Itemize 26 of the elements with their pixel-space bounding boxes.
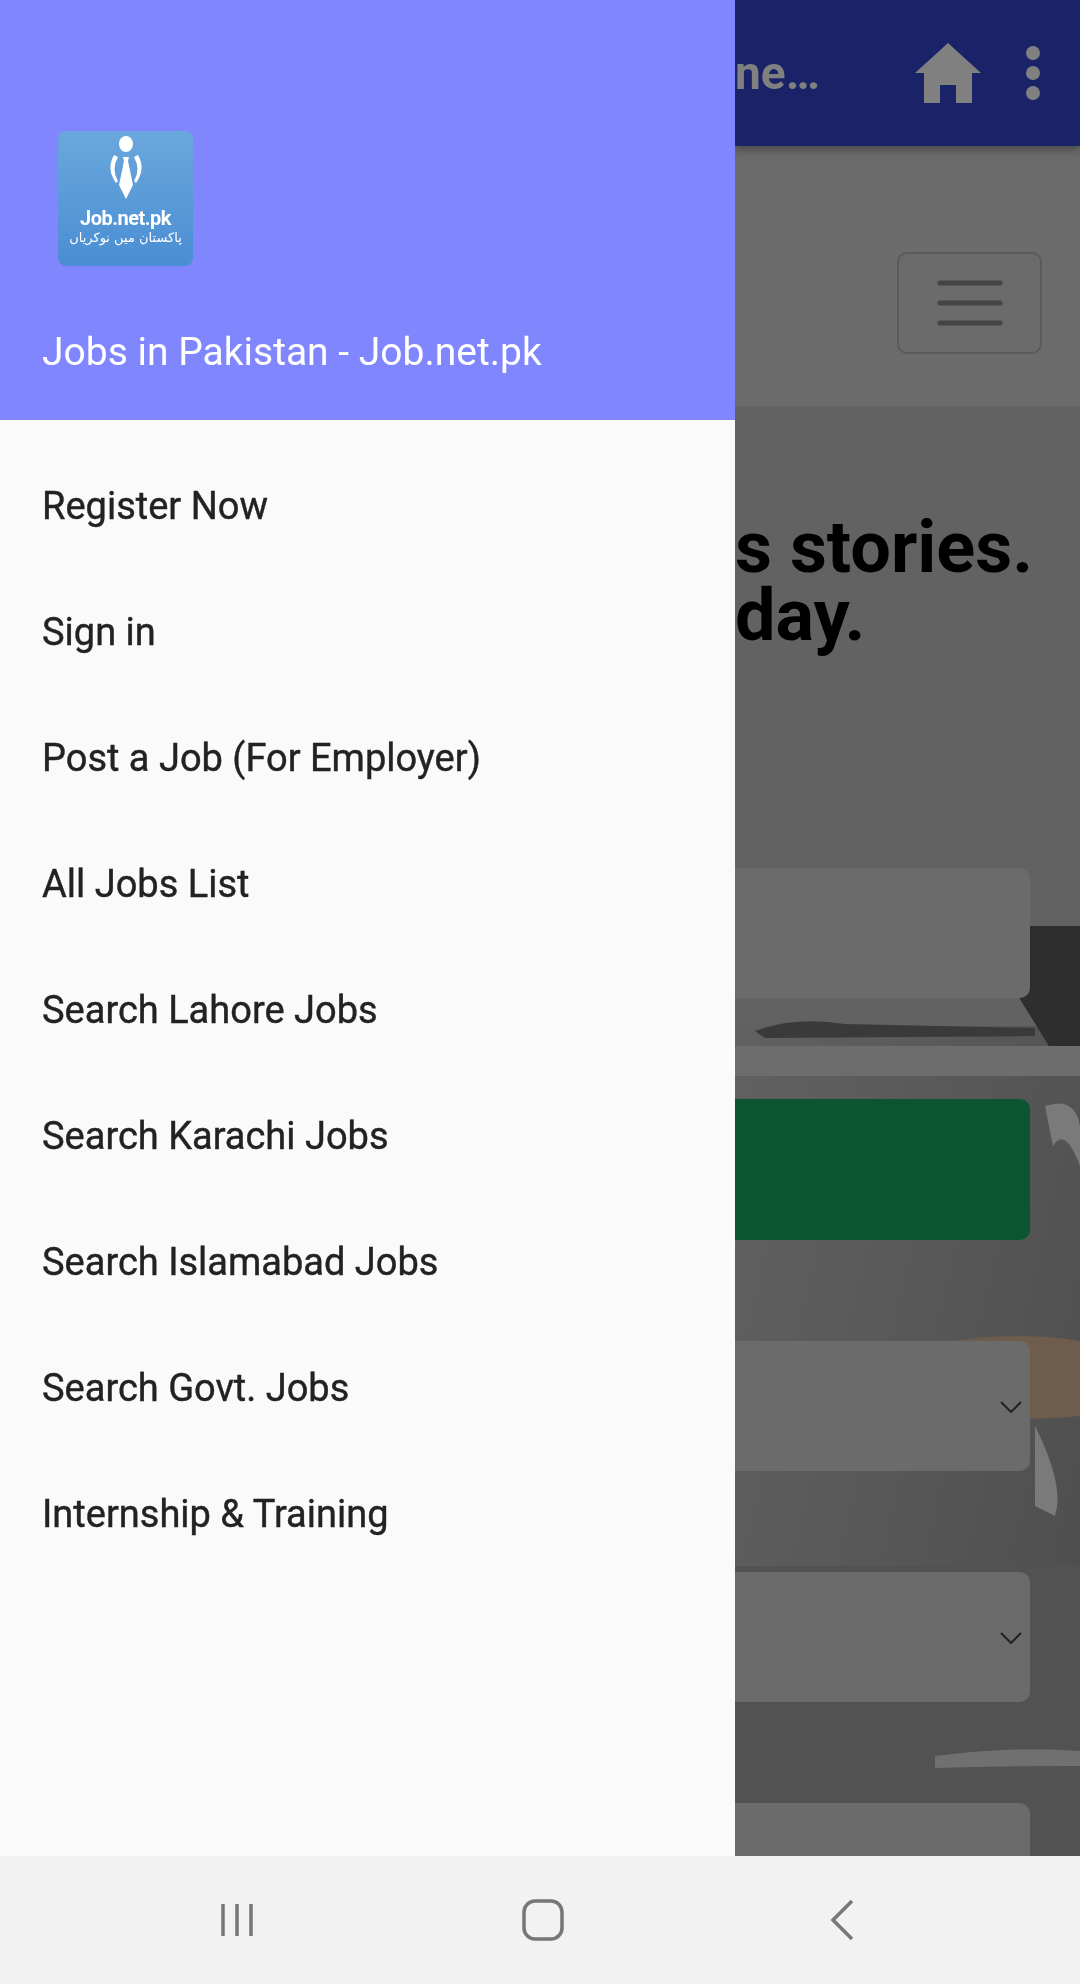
dropdown-field[interactable] <box>735 1341 1030 1471</box>
home-icon[interactable] <box>913 41 983 105</box>
menu-item[interactable]: Search Lahore Jobs <box>0 947 735 1073</box>
chevron-down-icon <box>1000 1632 1022 1644</box>
more-options-icon[interactable] <box>1025 45 1041 101</box>
menu-item[interactable]: All Jobs List <box>0 821 735 947</box>
menu-item[interactable]: Post a Job (For Employer) <box>0 695 735 821</box>
menu-item[interactable]: Search Govt. Jobs <box>0 1325 735 1451</box>
drawer-title: Jobs in Pakistan - Job.net.pk <box>42 330 543 374</box>
menu-item[interactable]: Register Now <box>0 443 735 569</box>
menu-item[interactable]: Sign in <box>0 569 735 695</box>
logo-text: Job.net.pk <box>80 207 171 229</box>
dropdown-field[interactable] <box>735 1572 1030 1702</box>
menu-item[interactable]: Search Islamabad Jobs <box>0 1199 735 1325</box>
input-field[interactable] <box>735 868 1030 998</box>
chevron-down-icon <box>1000 1401 1022 1413</box>
menu-icon <box>936 279 1003 327</box>
menu-item[interactable]: Search Karachi Jobs <box>0 1073 735 1199</box>
menu-toggle-button[interactable] <box>897 252 1042 354</box>
hero-heading-line: day. <box>735 574 866 658</box>
logo-tagline: پاکستان میں نوکریاں <box>69 229 182 247</box>
app-bar-title: ne… <box>735 46 821 100</box>
back-icon[interactable] <box>828 1898 856 1942</box>
menu-item[interactable]: Internship & Training <box>0 1451 735 1577</box>
home-button-icon[interactable] <box>520 1898 565 1942</box>
submit-button[interactable] <box>735 1099 1030 1240</box>
